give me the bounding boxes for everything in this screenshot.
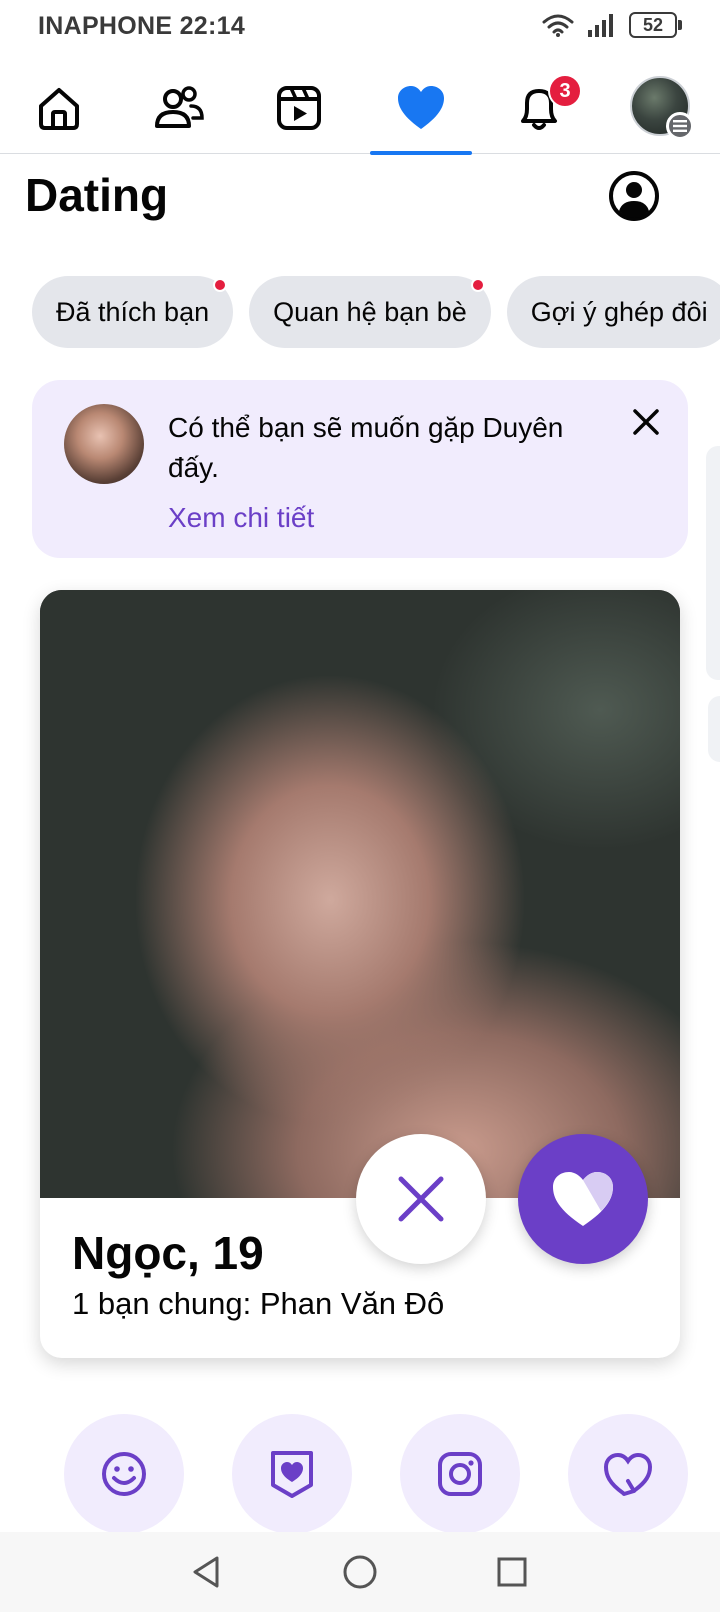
pass-button[interactable] [356,1134,486,1264]
instagram-icon [438,1452,482,1496]
nav-notifications[interactable]: 3 [484,62,594,154]
next-card-peek [708,696,720,762]
chip-label: Quan hệ bạn bè [273,296,467,327]
profile-mutual-friends: 1 bạn chung: Phan Văn Đô [72,1286,445,1321]
page-title: Dating [25,169,169,221]
user-circle-icon [609,171,659,221]
back-button[interactable] [184,1550,228,1594]
second-look-button[interactable] [568,1414,688,1534]
filter-chips: Đã thích bạn Quan hệ bạn bè Gợi ý ghép đ… [32,276,720,348]
nav-home[interactable] [4,62,114,154]
video-icon [277,86,321,130]
suggestion-text: Có thể bạn sẽ muốn gặp Duyên đấy. [168,412,564,483]
heart-icon [398,86,444,129]
heart-arrow-icon [603,1452,653,1496]
carrier-time: INAPHONE 22:14 [38,12,246,40]
chip-suggested-matches[interactable]: Gợi ý ghép đôi [506,276,720,348]
home-icon [39,88,79,130]
chip-label: Gợi ý ghép đôi [530,296,708,327]
instagram-button[interactable] [400,1414,520,1534]
nav-video[interactable] [244,62,354,154]
dating-actions [0,1414,720,1534]
next-card-peek [706,446,720,680]
smile-button[interactable] [64,1414,184,1534]
recents-button[interactable] [490,1550,534,1594]
home-button[interactable] [338,1550,382,1594]
chip-liked-you[interactable]: Đã thích bạn [32,276,234,348]
dismiss-suggestion-button[interactable] [626,402,666,442]
nav-friends[interactable] [124,62,234,154]
menu-icon [666,112,694,140]
system-navigation-bar [0,1532,720,1612]
top-nav: 3 [0,62,720,155]
chip-label: Đã thích bạn [56,296,210,327]
notification-badge: 3 [548,74,582,108]
notification-dot [213,278,228,292]
back-icon [193,1556,219,1588]
chip-friends-relationship[interactable]: Quan hệ bạn bè [249,276,491,348]
status-bar: INAPHONE 22:14 52 [0,0,720,56]
nav-profile-menu[interactable] [630,76,694,140]
recents-icon [497,1557,527,1587]
profile-name-age: Ngọc, 19 [72,1227,264,1279]
secret-crush-button[interactable] [232,1414,352,1534]
view-details-link[interactable]: Xem chi tiết [168,502,314,534]
heart-shield-icon [271,1451,313,1498]
like-button[interactable] [518,1134,648,1264]
notification-dot [470,278,485,292]
profile-photo[interactable] [40,590,680,1198]
suggestion-card: Có thể bạn sẽ muốn gặp Duyên đấy. Xem ch… [32,380,688,558]
status-icons: 52 [541,12,682,38]
home-circle-icon [343,1555,377,1589]
battery-level: 52 [629,12,677,38]
friends-icon [155,86,204,128]
battery-icon: 52 [629,12,682,38]
suggestion-avatar [64,404,144,484]
dating-profile-button[interactable] [608,170,660,222]
heart-icon [553,1172,613,1226]
wifi-icon [542,14,574,37]
signal-icon [588,14,613,37]
close-icon [398,1176,444,1222]
smile-icon [102,1452,146,1496]
close-icon [633,409,659,435]
nav-dating[interactable] [366,62,476,155]
